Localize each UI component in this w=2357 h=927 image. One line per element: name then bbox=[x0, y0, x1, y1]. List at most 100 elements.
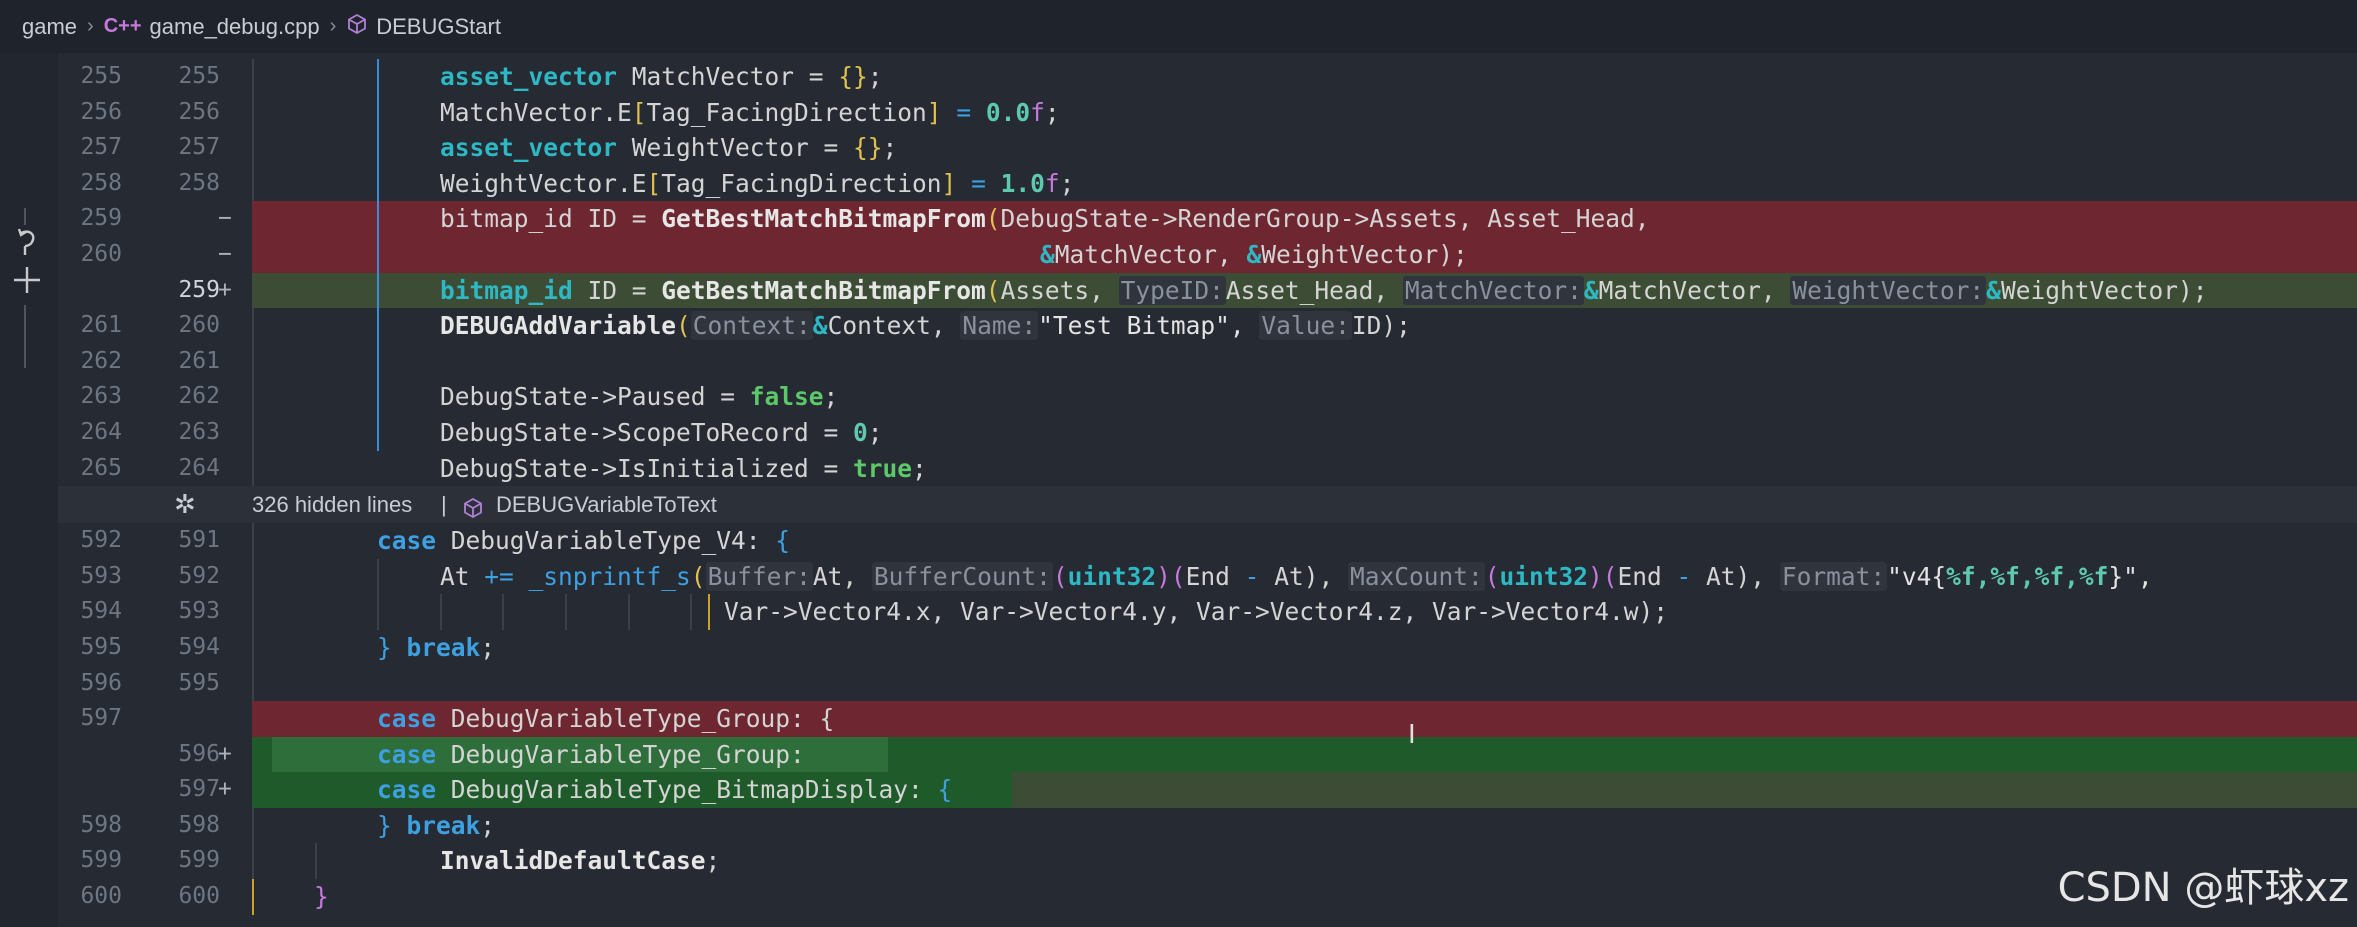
line-number-old: 596 bbox=[80, 669, 122, 696]
indent-guide bbox=[252, 130, 254, 166]
indent-guide bbox=[252, 165, 254, 202]
line-number-old: 598 bbox=[80, 811, 122, 838]
unfold-icon[interactable]: ✲ bbox=[174, 486, 196, 523]
plus-icon[interactable] bbox=[12, 263, 42, 305]
code-text: } break; bbox=[377, 810, 496, 840]
code-line-inserted[interactable]: 596 + case DebugVariableType_Group: bbox=[58, 736, 2357, 773]
indent-guide bbox=[252, 343, 254, 380]
line-number-new: 591 bbox=[178, 527, 220, 554]
code-text: &MatchVector, &WeightVector); bbox=[1040, 239, 1468, 269]
code-text: case DebugVariableType_V4: { bbox=[377, 526, 791, 556]
indent-guide-bracket bbox=[708, 594, 710, 630]
undo-arrow-icon[interactable] bbox=[12, 225, 42, 267]
code-line[interactable]: 592 591 case DebugVariableType_V4: { bbox=[58, 523, 2357, 559]
indent-guide bbox=[252, 59, 254, 95]
line-number-new: 255 bbox=[178, 63, 220, 89]
diff-editor[interactable]: 255 255 asset_vector MatchVector = {}; 2… bbox=[58, 53, 2357, 927]
line-number-old: 255 bbox=[80, 63, 122, 89]
code-line-deleted[interactable]: 597 case DebugVariableType_Group: { bbox=[58, 701, 2357, 764]
breadcrumb-symbol[interactable]: DEBUGStart bbox=[376, 14, 501, 40]
indent-guide bbox=[252, 594, 254, 630]
indent-guide-active bbox=[377, 343, 379, 380]
hidden-lines-symbol[interactable]: DEBUGVariableToText bbox=[496, 486, 717, 523]
line-number-new: 592 bbox=[178, 562, 220, 589]
code-text: } bbox=[314, 882, 329, 912]
line-number-old: 594 bbox=[80, 598, 122, 625]
code-line[interactable]: 261 260 DEBUGAddVariable(Context:&Contex… bbox=[58, 308, 2357, 344]
code-line[interactable]: 595 594 } break; bbox=[58, 629, 2357, 666]
inserted-marker: + bbox=[218, 776, 232, 803]
line-number-new: 263 bbox=[178, 418, 220, 445]
line-number-new: 597 bbox=[178, 776, 220, 803]
code-text: asset_vector MatchVector = {}; bbox=[440, 62, 883, 91]
code-line[interactable]: 594 593 Var->Vector4.x, Var->Vector4.y, … bbox=[58, 594, 2357, 630]
code-line[interactable]: 258 258 WeightVector.E[Tag_FacingDirecti… bbox=[58, 165, 2357, 202]
code-line[interactable]: 257 257 asset_vector WeightVector = {}; bbox=[58, 130, 2357, 166]
line-number-old: 593 bbox=[80, 562, 122, 589]
indent-guide bbox=[252, 523, 254, 559]
code-line[interactable]: 255 255 asset_vector MatchVector = {}; bbox=[58, 59, 2357, 95]
indent-guide-active bbox=[377, 59, 379, 95]
indent-guide-active bbox=[377, 165, 379, 202]
indent-guide bbox=[252, 308, 254, 344]
code-line[interactable]: 264 263 DebugState->ScopeToRecord = 0; bbox=[58, 414, 2357, 451]
hidden-lines-bar[interactable]: ✲ 326 hidden lines | DEBUGVariableToText bbox=[58, 486, 2357, 524]
code-text: DebugState->Paused = false; bbox=[440, 382, 839, 412]
indent-guide bbox=[628, 594, 630, 630]
line-number-old: 261 bbox=[80, 312, 122, 339]
watermark: CSDN @虾球xz bbox=[2057, 865, 2349, 911]
method-cube-icon bbox=[346, 13, 368, 41]
code-text: MatchVector.E[Tag_FacingDirection] = 0.0… bbox=[440, 97, 1060, 127]
diff-action-gutter bbox=[0, 53, 58, 927]
indent-guide bbox=[252, 558, 254, 595]
code-line[interactable]: 263 262 DebugState->Paused = false; bbox=[58, 379, 2357, 415]
line-number-new: 258 bbox=[178, 169, 220, 196]
line-number-old: 260 bbox=[80, 240, 122, 267]
code-line-inserted[interactable]: 259 + bitmap_id ID = GetBestMatchBitmapF… bbox=[58, 272, 2357, 309]
indent-guide bbox=[377, 594, 379, 630]
code-line-deleted[interactable]: 260 − &MatchVector, &WeightVector); bbox=[58, 236, 2357, 273]
code-text: case DebugVariableType_BitmapDisplay: { bbox=[377, 775, 953, 805]
breadcrumb-file[interactable]: game_debug.cpp bbox=[150, 14, 320, 40]
indent-guide-active bbox=[377, 130, 379, 166]
indent-guide bbox=[252, 843, 254, 880]
line-number-old: 265 bbox=[80, 454, 122, 481]
indent-guide bbox=[252, 629, 254, 666]
line-number-old: 599 bbox=[80, 847, 122, 874]
code-line[interactable]: 256 256 MatchVector.E[Tag_FacingDirectio… bbox=[58, 94, 2357, 131]
indent-guide bbox=[440, 594, 442, 630]
line-number-new: 595 bbox=[178, 669, 220, 696]
cpp-file-icon: C++ bbox=[103, 15, 142, 37]
code-line[interactable]: 599 599 InvalidDefaultCase; bbox=[58, 843, 2357, 880]
indent-guide-active bbox=[377, 201, 379, 237]
code-line-inserted[interactable]: 597 + case DebugVariableType_BitmapDispl… bbox=[58, 772, 2357, 808]
indent-guide-bracket bbox=[252, 879, 254, 915]
inserted-marker: + bbox=[218, 740, 232, 767]
hidden-lines-count[interactable]: 326 hidden lines bbox=[252, 486, 412, 523]
code-text: } break; bbox=[377, 632, 496, 662]
code-line[interactable]: 265 264 DebugState->IsInitialized = true… bbox=[58, 450, 2357, 487]
indent-guide bbox=[252, 665, 254, 702]
indent-guide-active bbox=[377, 414, 379, 451]
line-number-new: 593 bbox=[178, 598, 220, 625]
code-line[interactable]: 593 592 At += _snprintf_s(Buffer:At, Buf… bbox=[58, 558, 2357, 595]
code-text: DebugState->ScopeToRecord = 0; bbox=[440, 417, 883, 447]
line-number-old: 595 bbox=[80, 633, 122, 660]
breadcrumb-root[interactable]: game bbox=[22, 14, 77, 40]
line-number-new: 598 bbox=[178, 811, 220, 838]
line-number-new: 261 bbox=[178, 347, 220, 374]
code-line[interactable]: 598 598 } break; bbox=[58, 807, 2357, 844]
code-line[interactable]: 600 600 } bbox=[58, 879, 2357, 915]
code-line-deleted[interactable]: 259 − bitmap_id ID = GetBestMatchBitmapF… bbox=[58, 201, 2357, 237]
line-number-new: 256 bbox=[178, 98, 220, 125]
indent-guide bbox=[252, 379, 254, 415]
code-text: asset_vector WeightVector = {}; bbox=[440, 133, 898, 163]
indent-guide-active bbox=[377, 94, 379, 131]
deleted-marker: − bbox=[218, 205, 232, 232]
code-line[interactable]: 596 595 bbox=[58, 665, 2357, 702]
code-line[interactable]: 262 261 bbox=[58, 343, 2357, 380]
indent-guide-active bbox=[377, 236, 379, 273]
line-number-old: 259 bbox=[80, 205, 122, 232]
indent-guide bbox=[502, 594, 504, 630]
chevron-right-icon: › bbox=[87, 15, 94, 37]
